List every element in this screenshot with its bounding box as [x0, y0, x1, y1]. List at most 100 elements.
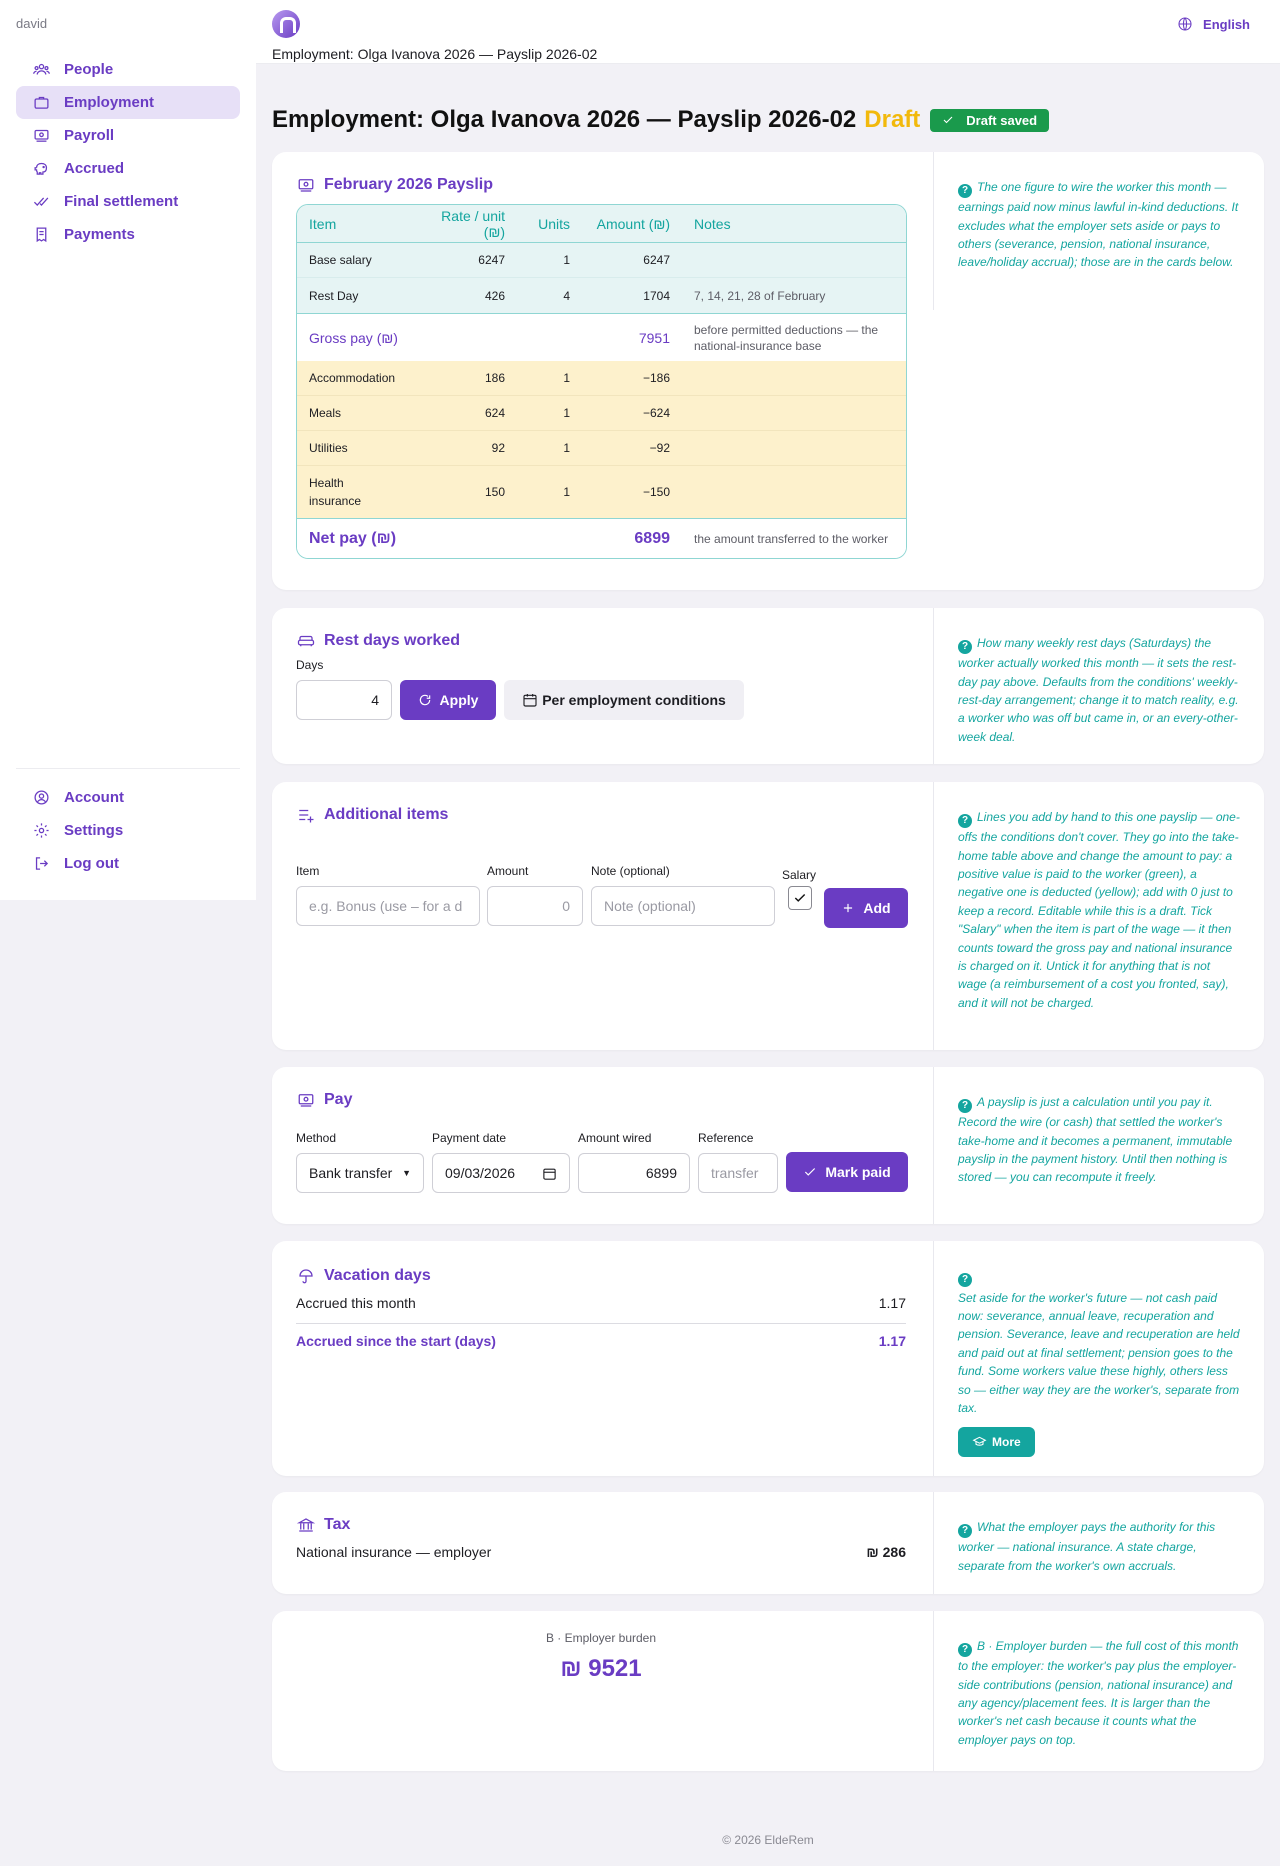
- net-label: Net pay (₪): [309, 529, 397, 547]
- app-logo[interactable]: [272, 10, 300, 38]
- calendar-icon: [543, 1168, 556, 1180]
- sidebar-item-payments[interactable]: Payments: [16, 218, 240, 251]
- rest-days-title: Rest days worked: [324, 632, 461, 649]
- table-row: Accommodation 186 1 −186: [297, 361, 906, 396]
- help-text: A payslip is just a calculation until yo…: [958, 1095, 1233, 1185]
- row-amount: 6247: [643, 253, 670, 267]
- people-icon: [30, 61, 52, 79]
- burden-label: B · Employer burden: [545, 1631, 657, 1645]
- mark-paid-button[interactable]: Mark paid: [786, 1152, 908, 1192]
- row-item: Rest Day: [309, 288, 359, 303]
- sidebar-item-settings[interactable]: Settings: [16, 814, 240, 847]
- sidebar-item-payroll[interactable]: Payroll: [16, 119, 240, 152]
- salary-checkbox[interactable]: [788, 886, 812, 910]
- user-circle-icon: [30, 789, 52, 807]
- wired-label: Amount wired: [578, 1131, 652, 1145]
- gross-amount: 7951: [638, 329, 670, 346]
- ni-value: ₪ 286: [866, 1544, 906, 1560]
- payment-date-input[interactable]: 09/03/2026: [432, 1153, 570, 1193]
- burden-help: ? B · Employer burden — the full cost of …: [933, 1611, 1264, 1771]
- tax-card: Tax National insurance — employer ₪ 286 …: [272, 1492, 1264, 1594]
- amount-input[interactable]: 0: [487, 886, 583, 926]
- status-badge-label: Draft saved: [966, 112, 1038, 128]
- amount-wired-input[interactable]: 6899: [578, 1153, 690, 1193]
- sidebar-item-accrued[interactable]: Accrued: [16, 152, 240, 185]
- sidebar-item-label: Account: [64, 789, 124, 806]
- apply-button[interactable]: Apply: [400, 680, 496, 720]
- help-icon: ?: [958, 184, 972, 199]
- sidebar-item-people[interactable]: People: [16, 53, 240, 86]
- sidebar-item-label: Payments: [64, 226, 135, 243]
- burden-value: ₪ 9521: [560, 1655, 642, 1682]
- receipt-icon: [30, 226, 52, 244]
- page-title-row: Employment: Olga Ivanova 2026 — Payslip …: [272, 106, 1050, 134]
- rest-days-help: ? How many weekly rest days (Saturdays) t…: [933, 608, 1264, 764]
- help-text: Set aside for the worker's future — not …: [958, 1290, 1240, 1415]
- help-icon: ?: [958, 1272, 972, 1287]
- check-icon: [794, 894, 806, 902]
- money-icon: [298, 179, 314, 192]
- accrued-month-value: 1.17: [878, 1295, 906, 1311]
- refresh-icon: [419, 694, 430, 706]
- row-item: Health insurance: [309, 476, 362, 508]
- note-input[interactable]: Note (optional): [591, 886, 775, 926]
- row-note: 7, 14, 21, 28 of February: [694, 288, 826, 303]
- additional-items-card: Additional items Item e.g. Bonus (use – …: [272, 782, 1264, 1050]
- piggy-bank-icon: [30, 160, 52, 178]
- per-conditions-label: Per employment conditions: [542, 692, 726, 708]
- row-units: 1: [563, 485, 570, 499]
- national-insurance-row: National insurance — employer ₪ 286: [296, 1544, 906, 1560]
- net-note: the amount transferred to the worker: [694, 531, 889, 546]
- help-text: B · Employer burden — the full cost of t…: [958, 1639, 1239, 1747]
- gross-note: before permitted deductions — the nation…: [694, 322, 879, 353]
- more-button[interactable]: More: [958, 1427, 1035, 1458]
- check-icon: [943, 116, 953, 124]
- item-input[interactable]: e.g. Bonus (use – for a d: [296, 886, 480, 926]
- per-conditions-button[interactable]: Per employment conditions: [504, 680, 744, 720]
- reference-label: Reference: [698, 1131, 754, 1145]
- language-selector[interactable]: English: [1177, 16, 1250, 32]
- row-amount: −92: [649, 441, 670, 455]
- list-add-icon: [299, 809, 314, 823]
- date-value: 09/03/2026: [445, 1165, 516, 1181]
- method-label: Method: [296, 1131, 337, 1145]
- caret-down-icon: ▼: [402, 1168, 411, 1178]
- sidebar-item-employment[interactable]: Employment: [16, 86, 240, 119]
- row-item: Base salary: [309, 253, 372, 267]
- accrued-month-label: Accrued this month: [296, 1295, 416, 1311]
- row-units: 1: [563, 441, 570, 455]
- page-title: Employment: Olga Ivanova 2026 — Payslip …: [272, 106, 857, 133]
- column-header: Amount (₪): [596, 215, 670, 232]
- net-amount: 6899: [634, 529, 670, 547]
- pay-card: Pay Method Bank transfer ▼ Payment date …: [272, 1067, 1264, 1224]
- amount-label: Amount: [487, 864, 529, 878]
- sidebar-item-logout[interactable]: Log out: [16, 847, 240, 880]
- sidebar-item-final-settlement[interactable]: Final settlement: [16, 185, 240, 218]
- sidebar-bottom: Account Settings Log out: [16, 768, 240, 880]
- date-label: Payment date: [432, 1131, 507, 1145]
- money-icon: [298, 1094, 314, 1107]
- accrued-total-row: Accrued since the start (days) 1.17: [296, 1324, 906, 1349]
- column-header: Item: [309, 215, 337, 232]
- column-header: Units: [538, 215, 570, 232]
- table-row: Health insurance 150 1 −150: [297, 466, 906, 518]
- pay-title-row: Pay: [296, 1091, 906, 1109]
- reference-input[interactable]: transfer: [698, 1153, 778, 1193]
- sidebar-item-account[interactable]: Account: [16, 781, 240, 814]
- tax-title-row: Tax: [296, 1516, 906, 1534]
- method-select[interactable]: Bank transfer ▼: [296, 1153, 424, 1193]
- topbar: Employment: Olga Ivanova 2026 — Payslip …: [256, 0, 1280, 64]
- table-row: Utilities 92 1 −92: [297, 431, 906, 466]
- gross-row: Gross pay (₪) 7951 before permitted dedu…: [297, 313, 906, 361]
- status-badge: Draft saved: [930, 108, 1050, 132]
- tax-help: ? What the employer pays the authority fo…: [933, 1492, 1264, 1594]
- sidebar-item-label: Employment: [64, 94, 155, 111]
- accrued-total-value: 1.17: [878, 1333, 906, 1349]
- graduation-cap-icon: [972, 1437, 987, 1447]
- vacation-title: Vacation days: [324, 1267, 431, 1284]
- row-amount: 1704: [643, 288, 670, 303]
- row-amount: −150: [642, 485, 670, 499]
- add-item-button[interactable]: Add: [824, 888, 908, 928]
- rest-days-input[interactable]: 4: [296, 680, 392, 720]
- row-amount: −624: [642, 406, 670, 420]
